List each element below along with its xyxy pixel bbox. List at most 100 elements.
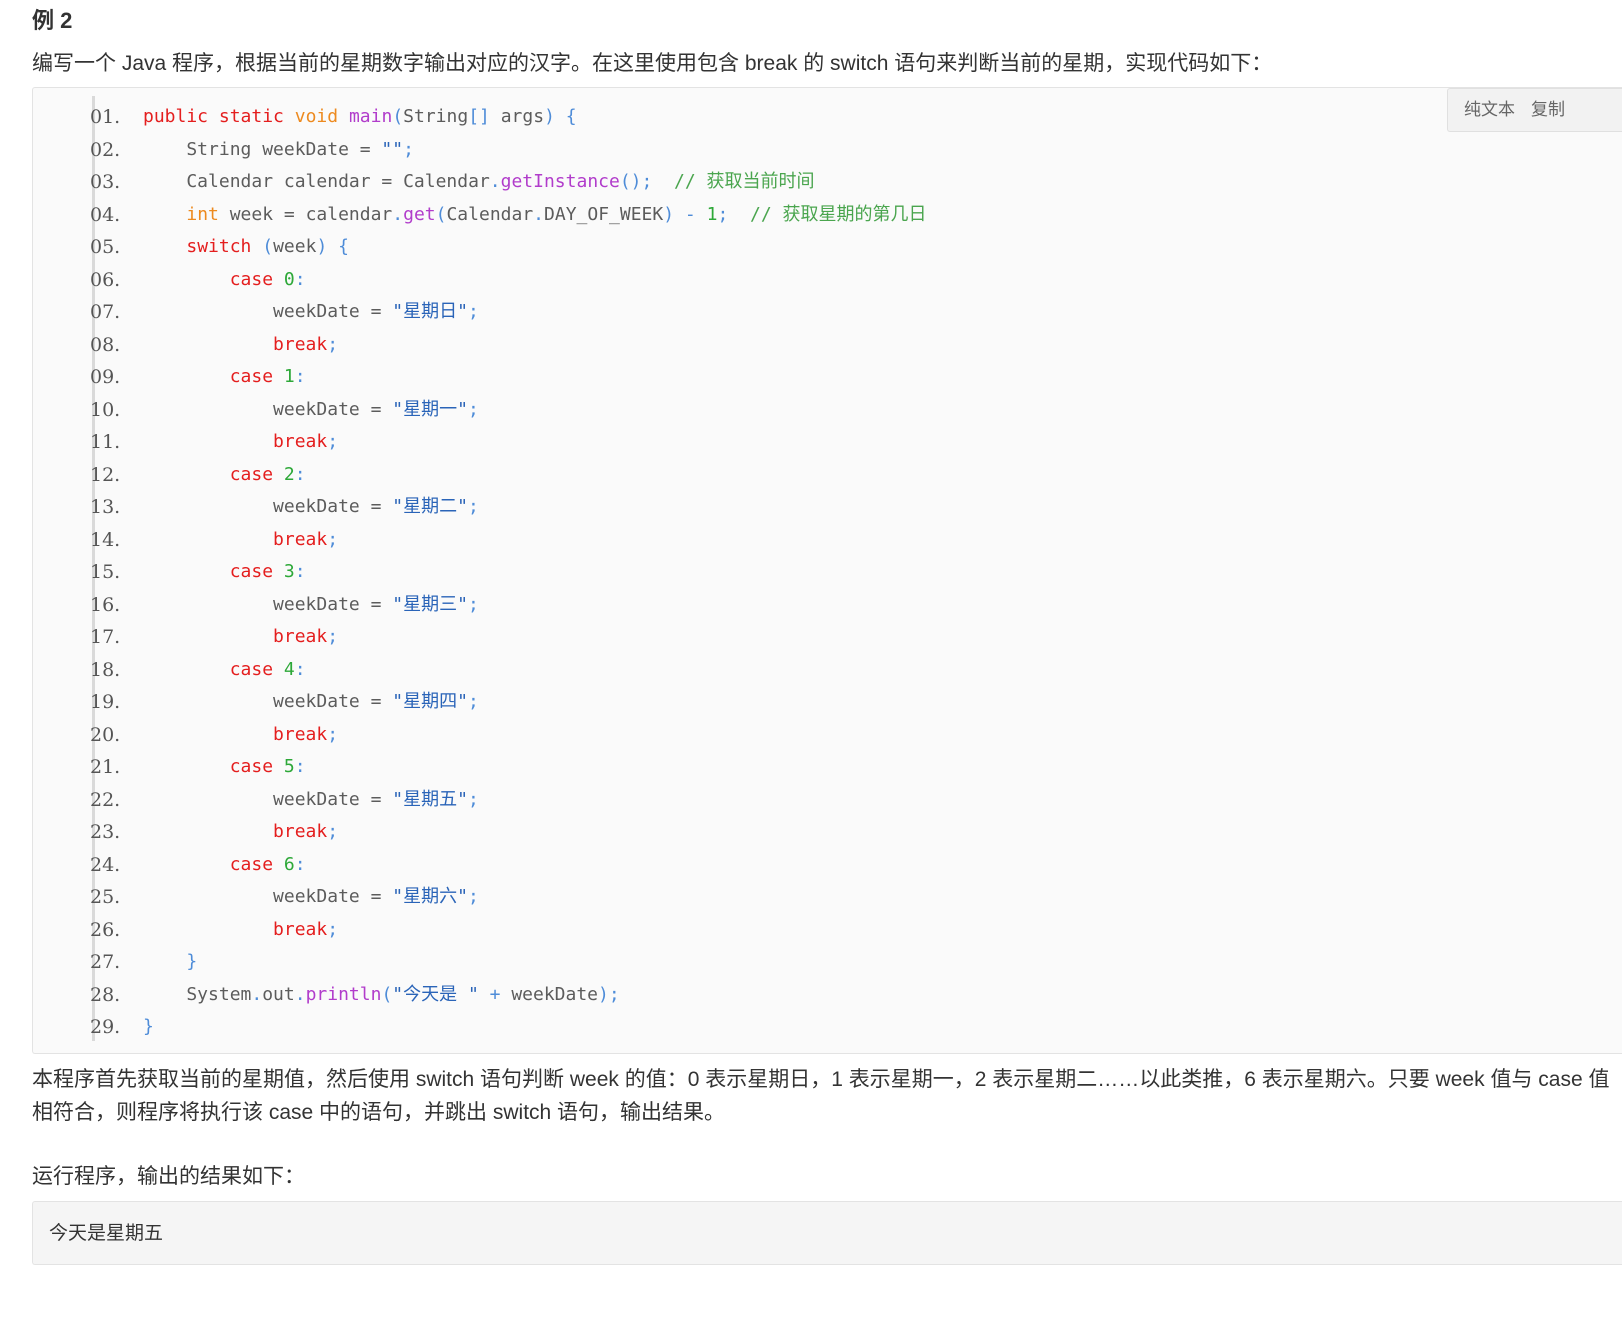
code-token: main (348, 106, 393, 127)
code-token: weekDate = (143, 594, 393, 615)
code-token: ; (467, 301, 479, 322)
line-number: 06. (90, 269, 121, 291)
explanation-line-2: 相符合，则程序将执行该 case 中的语句，并跳出 switch 语句，输出结果… (32, 1101, 726, 1124)
line-number: 04. (90, 204, 121, 226)
code-token: ; (327, 626, 339, 647)
code-token: ; (327, 431, 339, 452)
line-number: 22. (90, 789, 121, 811)
code-token: public (143, 106, 209, 127)
code-token: "星期日" (392, 301, 468, 322)
code-token: case (229, 659, 274, 680)
output-text: 今天是星期五 (49, 1222, 164, 1244)
code-line-text: public static void main(String[] args) { (143, 101, 577, 133)
code-token: [] (468, 106, 490, 127)
line-number: 20. (90, 724, 121, 746)
code-token: ; (327, 919, 339, 940)
code-token: getInstance (500, 171, 620, 192)
copy-button[interactable]: 复制 (1531, 89, 1565, 131)
code-token: 5 (283, 756, 295, 777)
code-line-text: break; (143, 719, 338, 751)
line-number: 07. (90, 301, 121, 323)
plain-text-button[interactable]: 纯文本 (1464, 89, 1515, 131)
code-token: break (273, 431, 328, 452)
code-token: ; (467, 399, 479, 420)
code-token: 4 (283, 659, 295, 680)
code-line-text: switch (week) { (143, 231, 349, 263)
code-token: : (294, 854, 306, 875)
code-line-text: break; (143, 426, 338, 458)
code-line-text: weekDate = "星期六"; (143, 881, 479, 913)
code-token: String weekDate = (143, 139, 382, 160)
code-line-text: case 3: (143, 556, 306, 588)
code-token: case (229, 561, 274, 582)
line-number: 02. (90, 139, 121, 161)
line-number: 29. (90, 1016, 121, 1038)
code-token: + (489, 984, 501, 1005)
code-token: Calendar calendar = Calendar (143, 171, 490, 192)
code-token: 6 (283, 854, 295, 875)
code-token: out (262, 984, 295, 1005)
code-token: "今天是 " (392, 984, 479, 1005)
line-number: 19. (90, 691, 121, 713)
code-token: case (229, 464, 274, 485)
code-token: ) (663, 204, 675, 225)
code-line-text: case 4: (143, 654, 306, 686)
explanation-line-1: 本程序首先获取当前的星期值，然后使用 switch 语句判断 week 的值：0… (32, 1068, 1610, 1091)
code-token: "星期二" (392, 496, 468, 517)
code-token: } (143, 1016, 154, 1037)
line-number: 13. (90, 496, 121, 518)
line-number: 14. (90, 529, 121, 551)
code-token: 3 (283, 561, 295, 582)
code-toolbar: 纯文本 复制 (1447, 88, 1622, 132)
code-token: . (392, 204, 404, 225)
code-token: static (218, 106, 284, 127)
line-number: 15. (90, 561, 121, 583)
line-number: 16. (90, 594, 121, 616)
code-line-text: case 5: (143, 751, 306, 783)
code-token: ; (327, 529, 339, 550)
code-token: void (294, 106, 339, 127)
code-token: ; (717, 204, 729, 225)
code-token: ; (327, 334, 339, 355)
code-line-text: case 0: (143, 264, 306, 296)
code-token: args (489, 106, 545, 127)
code-token: String (403, 106, 469, 127)
code-token: weekDate = (143, 789, 393, 810)
code-line-text: String weekDate = ""; (143, 134, 414, 166)
code-line-text: int week = calendar.get(Calendar.DAY_OF_… (143, 199, 926, 231)
code-token: : (294, 366, 306, 387)
code-token: . (294, 984, 306, 1005)
line-number: 09. (90, 366, 121, 388)
code-token: : (294, 756, 306, 777)
code-token: System (143, 984, 252, 1005)
code-token: weekDate = (143, 301, 393, 322)
code-token: get (403, 204, 436, 225)
code-line-text: weekDate = "星期三"; (143, 589, 479, 621)
code-line-text: weekDate = "星期二"; (143, 491, 479, 523)
code-token: "星期四" (392, 691, 468, 712)
line-number: 23. (90, 821, 121, 843)
line-number: 05. (90, 236, 121, 258)
code-line-text: weekDate = "星期四"; (143, 686, 479, 718)
code-line-text: } (143, 946, 197, 978)
